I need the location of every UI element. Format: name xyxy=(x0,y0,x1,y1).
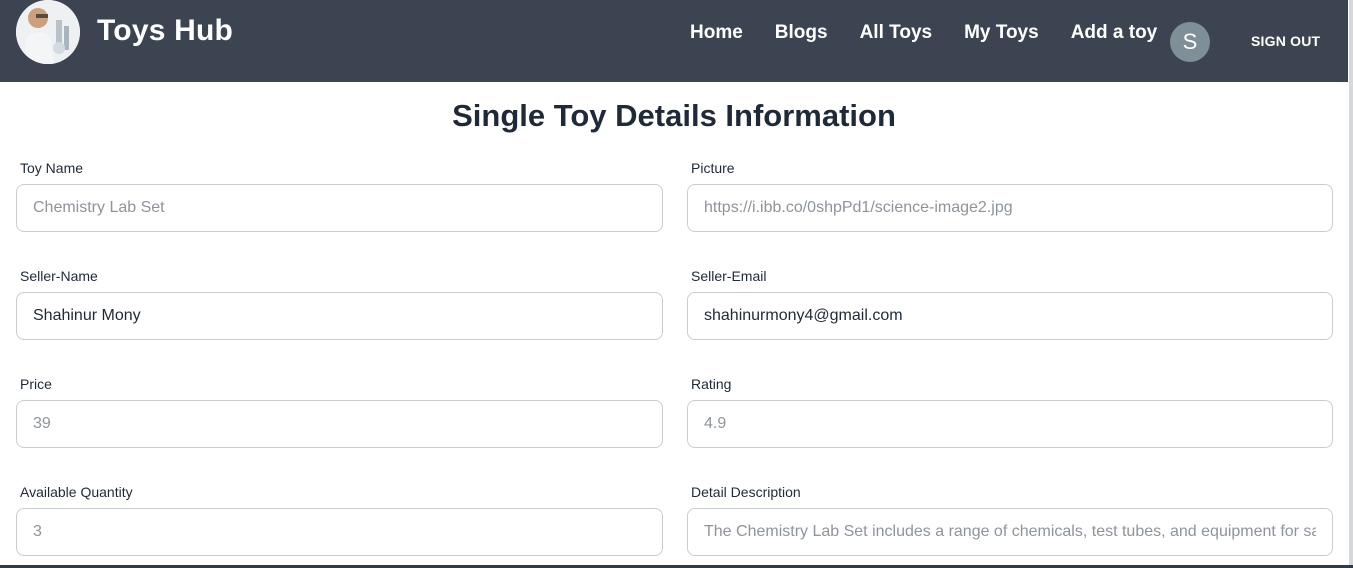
logo-photo-icon xyxy=(16,0,80,64)
price-field: Price xyxy=(16,374,663,448)
toy-name-input[interactable] xyxy=(16,184,663,232)
description-field: Detail Description xyxy=(687,482,1333,556)
navbar: Toys Hub Home Blogs All Toys My Toys Add… xyxy=(0,0,1348,82)
brand-title[interactable]: Toys Hub xyxy=(97,14,233,48)
nav-home[interactable]: Home xyxy=(690,20,743,46)
picture-input[interactable] xyxy=(687,184,1333,232)
seller-name-input[interactable] xyxy=(16,292,663,340)
quantity-input[interactable] xyxy=(16,508,663,556)
scrollbar-track[interactable] xyxy=(1349,0,1353,568)
quantity-field: Available Quantity xyxy=(16,482,663,556)
quantity-label: Available Quantity xyxy=(20,484,133,500)
toy-name-field: Toy Name xyxy=(16,158,663,232)
seller-email-label: Seller-Email xyxy=(691,268,767,284)
user-avatar[interactable]: S xyxy=(1170,22,1210,62)
seller-name-field: Seller-Name xyxy=(16,266,663,340)
nav-add-toy[interactable]: Add a toy xyxy=(1071,20,1158,46)
description-input[interactable] xyxy=(687,508,1333,556)
seller-email-field: Seller-Email xyxy=(687,266,1333,340)
toy-name-label: Toy Name xyxy=(20,160,84,176)
nav-links: Home Blogs All Toys My Toys Add a toy xyxy=(690,20,1189,46)
seller-name-label: Seller-Name xyxy=(20,268,98,284)
nav-all-toys[interactable]: All Toys xyxy=(860,20,933,46)
page-title: Single Toy Details Information xyxy=(452,98,896,133)
logo-image[interactable] xyxy=(16,0,80,64)
sign-out-button[interactable]: SIGN OUT xyxy=(1251,33,1320,49)
description-label: Detail Description xyxy=(691,484,801,500)
nav-my-toys[interactable]: My Toys xyxy=(964,20,1039,46)
picture-field: Picture xyxy=(687,158,1333,232)
seller-email-input[interactable] xyxy=(687,292,1333,340)
price-label: Price xyxy=(20,376,52,392)
rating-label: Rating xyxy=(691,376,732,392)
nav-blogs[interactable]: Blogs xyxy=(775,20,828,46)
rating-input[interactable] xyxy=(687,400,1333,448)
price-input[interactable] xyxy=(16,400,663,448)
rating-field: Rating xyxy=(687,374,1333,448)
picture-label: Picture xyxy=(691,160,735,176)
